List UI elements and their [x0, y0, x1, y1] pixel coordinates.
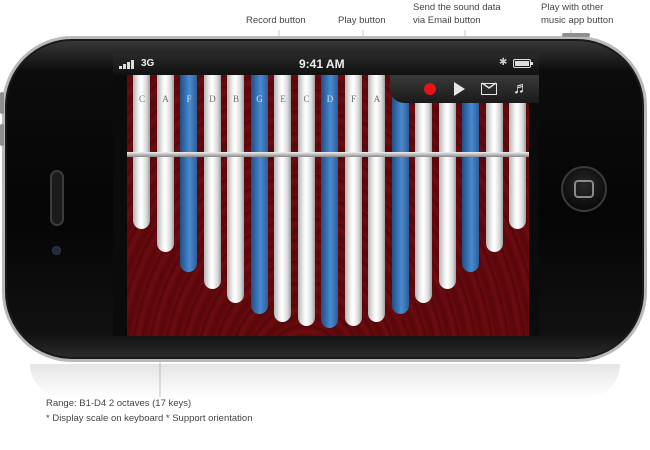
signal-strength-icon	[119, 59, 137, 69]
music-app-button[interactable]: ♬	[510, 79, 532, 99]
key-note-label: D	[326, 94, 334, 104]
music-note-icon: ♬	[513, 80, 529, 97]
earpiece-speaker	[50, 170, 64, 226]
app-screen: CAFDBGECDFACEGBDB 3G 9:41 AM ✱ ♬	[113, 53, 539, 336]
key-note-label: F	[186, 94, 192, 104]
volume-button	[0, 124, 4, 146]
email-callout-line-1: Send the sound data	[413, 2, 501, 13]
battery-icon	[513, 59, 533, 68]
key-note-label: D	[209, 94, 216, 104]
kalimba-key[interactable]	[156, 63, 174, 253]
volume-button	[0, 92, 4, 114]
front-camera	[52, 246, 61, 255]
bluetooth-icon: ✱	[499, 57, 508, 68]
key-note-label: A	[162, 94, 169, 104]
key-note-label: C	[138, 94, 145, 104]
kalimba-bridge	[127, 152, 529, 157]
envelope-flap	[482, 82, 496, 89]
key-note-label: F	[350, 94, 356, 104]
music-callout-line-2: music app button	[541, 15, 614, 26]
record-button-callout: Record button	[246, 15, 306, 26]
key-note-label: G	[256, 94, 263, 104]
screen-edge-right	[529, 75, 539, 336]
email-callout-line-2: via Email button	[413, 15, 481, 26]
kalimba-key[interactable]	[133, 63, 150, 229]
email-button[interactable]	[478, 79, 500, 99]
home-square-icon	[574, 180, 594, 198]
play-button[interactable]	[448, 79, 470, 99]
key-note-label: B	[232, 94, 239, 104]
music-app-button-callout: Play with other music app button	[541, 1, 613, 27]
status-time: 9:41 AM	[299, 57, 345, 71]
carrier-label: 3G	[141, 58, 155, 69]
power-button	[562, 33, 590, 37]
app-toolbar: ♬	[390, 75, 539, 103]
features-note: * Display scale on keyboard * Support or…	[46, 413, 253, 424]
phone-reflection	[30, 364, 620, 398]
status-bar: 3G 9:41 AM ✱	[113, 53, 539, 75]
screen-edge-left	[113, 75, 127, 336]
range-note: Range: B1-D4 2 octaves (17 keys)	[46, 398, 192, 409]
record-button[interactable]	[419, 79, 441, 99]
music-callout-line-1: Play with other	[541, 2, 604, 13]
play-icon	[454, 82, 465, 96]
record-icon	[424, 83, 436, 95]
key-note-label: A	[373, 94, 381, 104]
play-button-callout: Play button	[338, 15, 386, 26]
email-button-callout: Send the sound data via Email button	[413, 1, 501, 27]
key-note-label: C	[303, 94, 310, 104]
key-note-label: E	[280, 94, 286, 104]
